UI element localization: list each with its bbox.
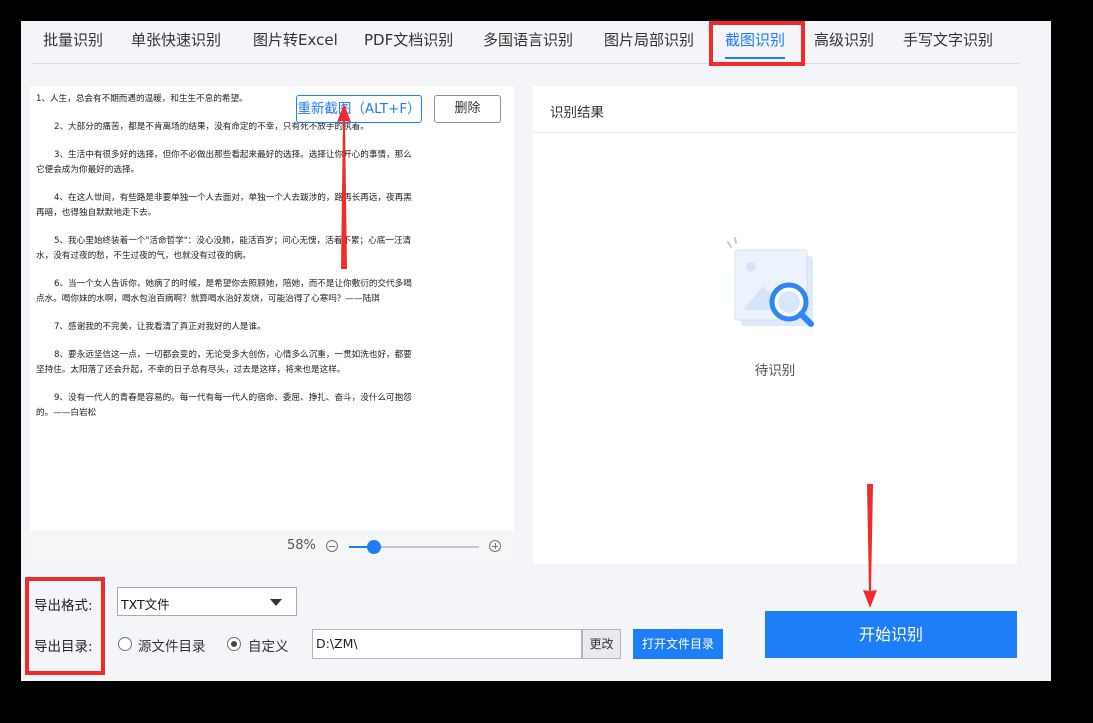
annotation-arrow-down-icon bbox=[863, 484, 877, 608]
app-window: 批量识别 单张快速识别 图片转Excel PDF文档识别 多国语言识别 图片局部… bbox=[21, 21, 1051, 681]
annotation-arrows bbox=[337, 104, 877, 608]
annotation-arrow-up-icon bbox=[337, 104, 351, 269]
